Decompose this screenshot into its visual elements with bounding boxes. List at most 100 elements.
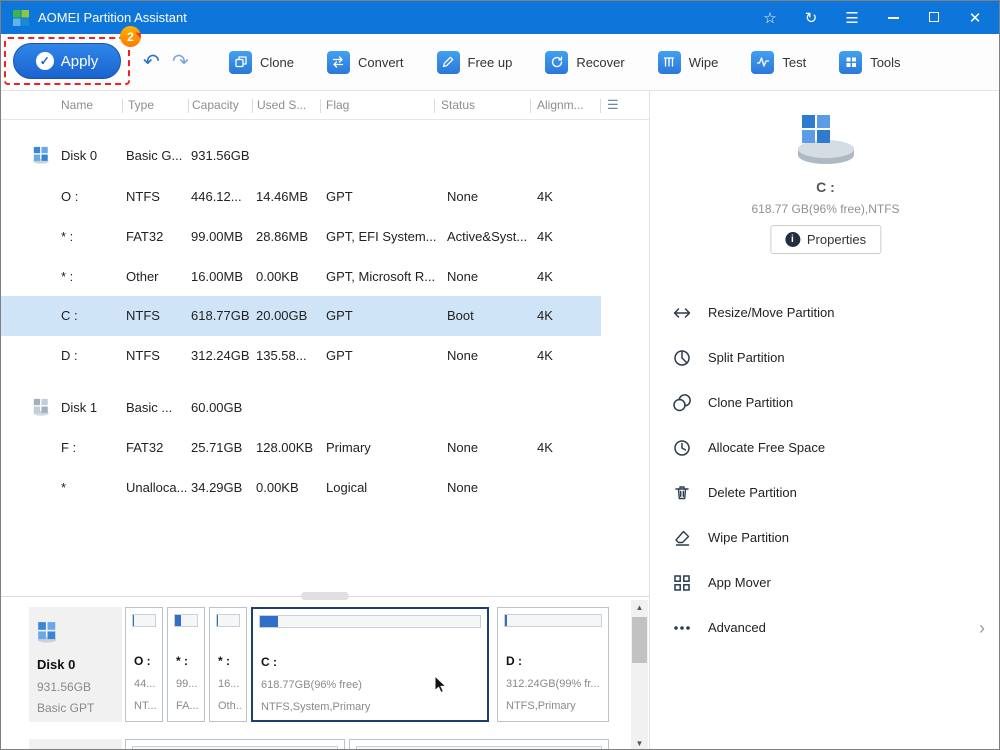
minimize-button[interactable]: [885, 9, 901, 26]
column-capacity[interactable]: Capacity: [192, 98, 239, 112]
partition-card-msr[interactable]: * : 16... Oth...: [209, 607, 247, 722]
menu-item-resize-move-partition[interactable]: Resize/Move Partition: [650, 290, 1000, 335]
table-row-unallocated[interactable]: * Unalloca... 34.29GB 0.00KB Logical Non…: [1, 468, 601, 508]
vertical-scrollbar[interactable]: ▲ ▼: [631, 600, 648, 750]
cell-name: * :: [61, 257, 73, 297]
device-info: 618.77 GB(96% free),NTFS: [650, 202, 1000, 216]
app-window: AOMEI Partition Assistant ☆ ↻ ☰ ✕ ✓ Appl…: [0, 0, 1000, 750]
close-button[interactable]: ✕: [967, 9, 983, 27]
free-up-icon: [437, 51, 460, 74]
cell-align: 4K: [537, 257, 553, 297]
column-settings-icon[interactable]: ☰: [607, 97, 619, 113]
splitter-handle[interactable]: [301, 592, 349, 600]
partition-card-O[interactable]: O : 44... NT...: [125, 607, 163, 722]
wipe-button[interactable]: Wipe: [658, 51, 719, 74]
partition-card-partial[interactable]: [349, 739, 609, 750]
menu-item-wipe-partition[interactable]: Wipe Partition: [650, 515, 1000, 560]
cell-type: Basic G...: [126, 136, 182, 176]
table-row-O[interactable]: O : NTFS 446.12... 14.46MB GPT None 4K: [1, 177, 601, 217]
recover-button[interactable]: Recover: [545, 51, 624, 74]
cell-flag: GPT, Microsoft R...: [326, 257, 435, 297]
check-icon: ✓: [36, 52, 54, 70]
window-title: AOMEI Partition Assistant: [38, 10, 187, 25]
cell-used: 14.46MB: [256, 177, 308, 217]
hamburger-menu-icon[interactable]: ☰: [844, 9, 860, 27]
disk-card-layout: Basic GPT: [37, 701, 94, 715]
partition-capacity: 16...: [218, 678, 243, 690]
table-row-efi[interactable]: * : FAT32 99.00MB 28.86MB GPT, EFI Syste…: [1, 217, 601, 257]
disk0-card[interactable]: Disk 0 931.56GB Basic GPT: [29, 607, 122, 722]
clone-button[interactable]: Clone: [229, 51, 294, 74]
capacity-bar: [132, 614, 156, 627]
partition-name: C :: [261, 655, 277, 669]
partition-card-C-selected[interactable]: C : 618.77GB(96% free) NTFS,System,Prima…: [251, 607, 489, 722]
partition-capacity: 99...: [176, 678, 201, 690]
clone-icon: [229, 51, 252, 74]
disk1-card-partial[interactable]: [29, 739, 122, 750]
column-type[interactable]: Type: [128, 98, 154, 112]
menu-item-label: Wipe Partition: [708, 530, 789, 545]
table-row-D[interactable]: D : NTFS 312.24GB 135.58... GPT None 4K: [1, 336, 601, 376]
cell-status: Active&Syst...: [447, 217, 527, 257]
cell-status: None: [447, 177, 478, 217]
wipe-partition-icon: [672, 528, 692, 548]
delete-icon: [672, 483, 692, 503]
capacity-bar: [504, 614, 602, 627]
column-align[interactable]: Alignm...: [537, 98, 584, 112]
test-button[interactable]: Test: [751, 51, 806, 74]
cell-name: O :: [61, 177, 78, 217]
scroll-up-button[interactable]: ▲: [631, 600, 648, 615]
table-row-msr[interactable]: * : Other 16.00MB 0.00KB GPT, Microsoft …: [1, 257, 601, 297]
convert-button[interactable]: Convert: [327, 51, 404, 74]
toolbar: ✓ Apply 2 ↶ ↷ Clone Convert Free up Reco…: [1, 34, 999, 91]
menu-item-allocate-free-space[interactable]: Allocate Free Space: [650, 425, 1000, 470]
table-row-disk0[interactable]: Disk 0 Basic G... 931.56GB: [1, 136, 601, 176]
cell-used: 135.58...: [256, 336, 307, 376]
partition-card-partial[interactable]: [125, 739, 345, 750]
resize-icon: [672, 303, 692, 323]
cell-flag: GPT: [326, 177, 353, 217]
table-row-F[interactable]: F : FAT32 25.71GB 128.00KB Primary None …: [1, 428, 601, 468]
scroll-down-button[interactable]: ▼: [631, 736, 648, 750]
favorite-star-icon[interactable]: ☆: [762, 9, 778, 27]
menu-item-delete-partition[interactable]: Delete Partition: [650, 470, 1000, 515]
cell-capacity: 446.12...: [191, 177, 242, 217]
maximize-button[interactable]: [926, 9, 942, 26]
toolbar-button-label: Test: [782, 55, 806, 70]
tools-button[interactable]: Tools: [839, 51, 900, 74]
partition-card-efi[interactable]: * : 99... FA...: [167, 607, 205, 722]
free-up-button[interactable]: Free up: [437, 51, 513, 74]
advanced-icon: [672, 618, 692, 638]
table-row-C-selected[interactable]: C : NTFS 618.77GB 20.00GB GPT Boot 4K: [1, 296, 601, 336]
column-name[interactable]: Name: [61, 98, 93, 112]
apply-button[interactable]: ✓ Apply: [13, 43, 121, 79]
menu-item-split-partition[interactable]: Split Partition: [650, 335, 1000, 380]
cell-used: 20.00GB: [256, 296, 307, 336]
titlebar: AOMEI Partition Assistant ☆ ↻ ☰ ✕: [1, 1, 999, 34]
menu-item-advanced[interactable]: Advanced ›: [650, 605, 1000, 650]
menu-item-clone-partition[interactable]: Clone Partition: [650, 380, 1000, 425]
cell-capacity: 931.56GB: [191, 136, 250, 176]
properties-button[interactable]: i Properties: [770, 225, 881, 254]
scrollbar-thumb[interactable]: [632, 617, 647, 663]
menu-item-label: Advanced: [708, 620, 766, 635]
partition-card-D[interactable]: D : 312.24GB(99% fr... NTFS,Primary: [497, 607, 609, 722]
column-status[interactable]: Status: [441, 98, 475, 112]
partition-actions-menu: Resize/Move Partition Split Partition Cl…: [650, 290, 1000, 650]
refresh-icon[interactable]: ↻: [803, 9, 819, 27]
pending-operations-badge: 2: [120, 26, 141, 47]
redo-button[interactable]: ↷: [172, 49, 189, 75]
table-row-disk1[interactable]: Disk 1 Basic ... 60.00GB: [1, 388, 601, 428]
cell-type: NTFS: [126, 177, 160, 217]
toolbar-button-label: Wipe: [689, 55, 719, 70]
cell-used: 0.00KB: [256, 468, 299, 508]
properties-label: Properties: [807, 232, 866, 247]
menu-item-label: Allocate Free Space: [708, 440, 825, 455]
undo-button[interactable]: ↶: [143, 49, 160, 75]
partition-capacity: 44...: [134, 678, 159, 690]
cell-capacity: 16.00MB: [191, 257, 243, 297]
column-flag[interactable]: Flag: [326, 98, 349, 112]
toolbar-button-label: Tools: [870, 55, 900, 70]
menu-item-app-mover[interactable]: App Mover: [650, 560, 1000, 605]
column-used[interactable]: Used S...: [257, 98, 306, 112]
